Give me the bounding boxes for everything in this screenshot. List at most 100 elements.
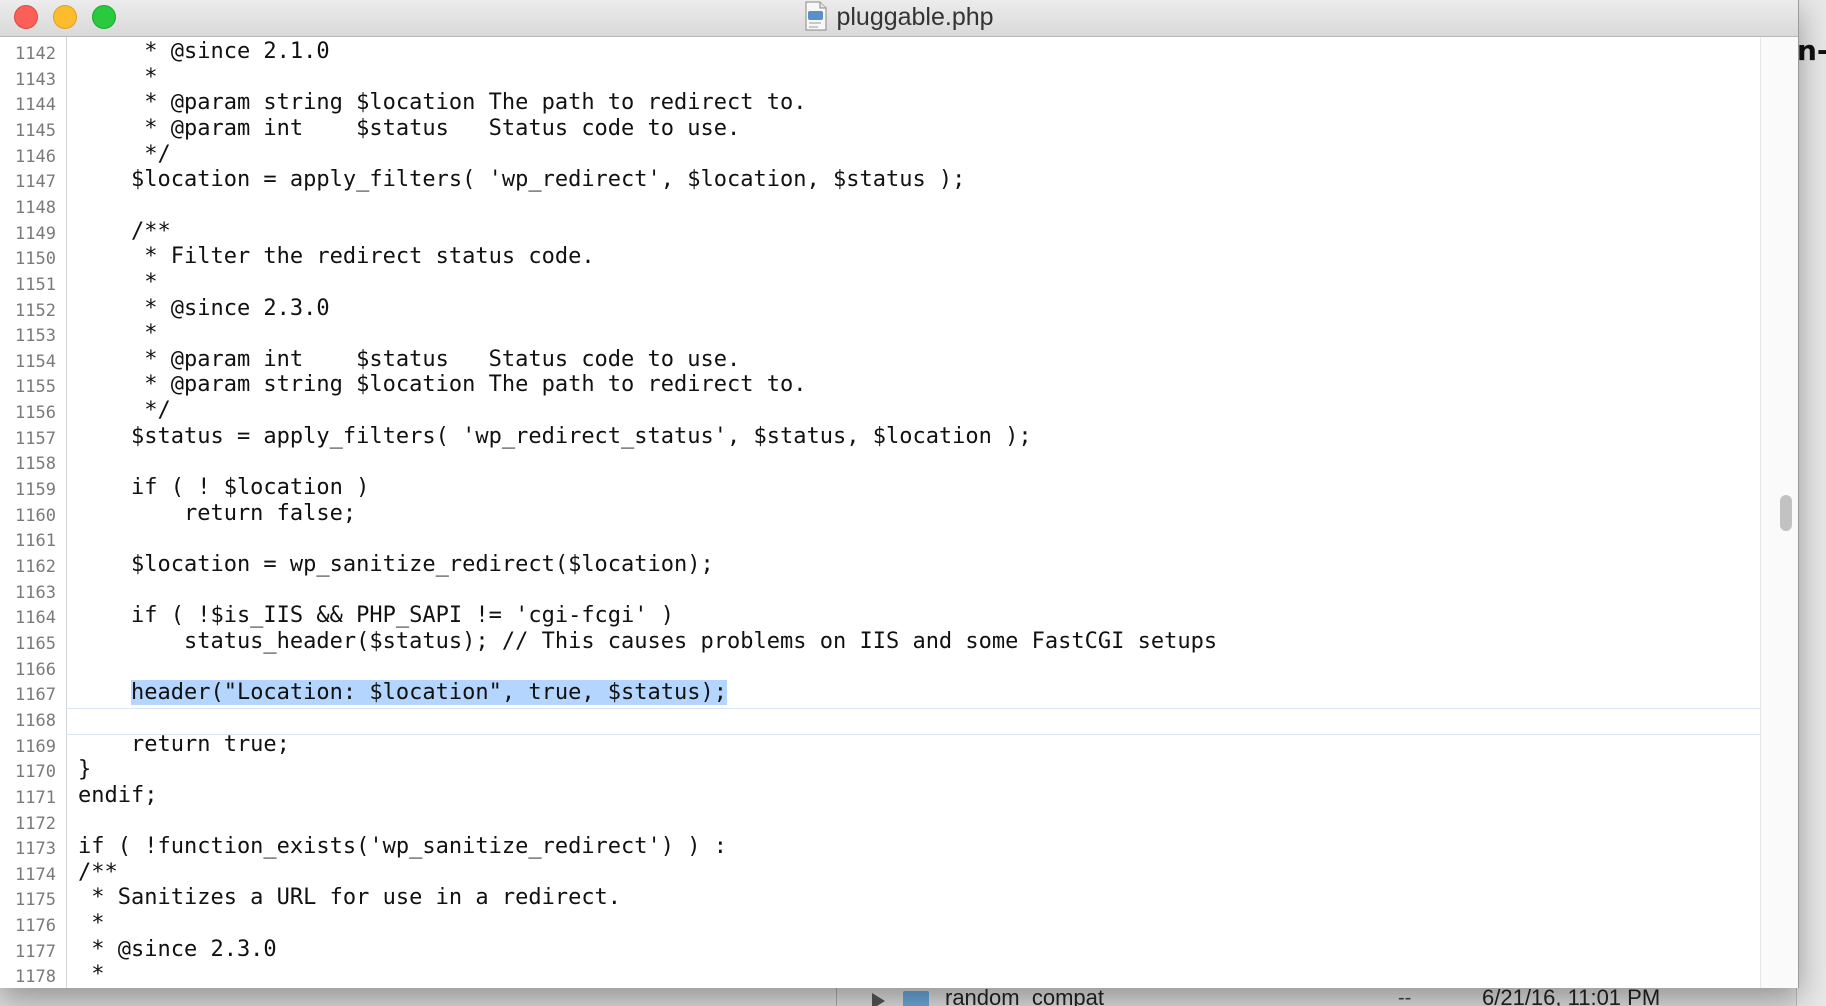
line-text: $status = apply_filters( 'wp_redirect_st… [78, 424, 1032, 449]
line-number: 1157 [15, 428, 56, 449]
line-number: 1160 [15, 505, 56, 526]
code-line[interactable]: 1166 [0, 655, 1760, 681]
code-line[interactable]: 1142 * @since 2.1.0 [0, 39, 1760, 65]
line-number: 1158 [15, 454, 56, 475]
code-line[interactable]: 1162 $location = wp_sanitize_redirect($l… [0, 552, 1760, 578]
code-line[interactable]: 1176 * [0, 911, 1760, 937]
line-text: if ( ! $location ) [78, 475, 369, 500]
line-text: if ( !function_exists('wp_sanitize_redir… [78, 834, 727, 859]
code-line[interactable]: 1157 $status = apply_filters( 'wp_redire… [0, 424, 1760, 450]
line-number: 1151 [15, 274, 56, 295]
line-text: /** [78, 219, 171, 244]
line-number: 1177 [15, 941, 56, 962]
code-line[interactable]: 1170} [0, 757, 1760, 783]
line-number: 1145 [15, 120, 56, 141]
code-line[interactable]: 1172 [0, 809, 1760, 835]
line-code: * @param string $location The path to re… [78, 90, 807, 116]
line-code: * [78, 321, 158, 347]
code-line[interactable]: 1165 status_header($status); // This cau… [0, 629, 1760, 655]
code-line[interactable]: 1154 * @param int $status Status code to… [0, 347, 1760, 373]
code-editor[interactable]: 1142 * @since 2.1.0 1143 * 1144 * @param s… [0, 37, 1760, 988]
line-number: 1154 [15, 351, 56, 372]
line-code: * @since 2.3.0 [78, 936, 277, 962]
code-line[interactable]: 1153 * [0, 321, 1760, 347]
line-text: * @param string $location The path to re… [78, 90, 806, 115]
code-line[interactable]: 1150 * Filter the redirect status code. [0, 244, 1760, 270]
code-line[interactable]: 1169 return true; [0, 732, 1760, 758]
line-number: 1174 [15, 864, 56, 885]
line-code: * @since 2.3.0 [78, 295, 330, 321]
code-line[interactable]: 1147 $location = apply_filters( 'wp_redi… [0, 167, 1760, 193]
code-line[interactable]: 1149 /** [0, 219, 1760, 245]
scrollbar-thumb[interactable] [1780, 495, 1792, 531]
code-line[interactable]: 1156 */ [0, 398, 1760, 424]
code-line[interactable]: 1160 return false; [0, 501, 1760, 527]
code-line[interactable]: 1152 * @since 2.3.0 [0, 296, 1760, 322]
selected-text[interactable]: header("Location: $location", true, $sta… [130, 680, 728, 706]
line-number: 1152 [15, 300, 56, 321]
code-line[interactable]: 1158 [0, 449, 1760, 475]
line-code: * [78, 911, 105, 937]
code-line[interactable]: 1163 [0, 578, 1760, 604]
line-text: * @since 2.1.0 [78, 39, 329, 64]
code-line[interactable]: 1146 */ [0, 142, 1760, 168]
line-code: /** [78, 218, 171, 244]
line-text: * @param string $location The path to re… [78, 372, 806, 397]
code-line[interactable]: 1177 * @since 2.3.0 [0, 937, 1760, 963]
code-line[interactable]: 1168 [0, 706, 1760, 732]
code-line[interactable]: 1148 [0, 193, 1760, 219]
line-number: 1163 [15, 582, 56, 603]
code-line[interactable]: 1159 if ( ! $location ) [0, 475, 1760, 501]
code-line[interactable]: 1144 * @param string $location The path … [0, 90, 1760, 116]
line-code: */ [78, 141, 171, 167]
line-number: 1172 [15, 813, 56, 834]
code-line[interactable]: 1151 * [0, 270, 1760, 296]
editor-window: pluggable.php 1142 * @since 2.1.0 1143 * 1… [0, 0, 1799, 988]
code-line[interactable]: 1175 * Sanitizes a URL for use in a redi… [0, 885, 1760, 911]
line-number: 1144 [15, 95, 56, 116]
line-number: 1168 [15, 710, 56, 731]
line-text: header("Location: $location", true, $sta… [78, 680, 728, 706]
code-line[interactable]: 1178 * [0, 962, 1760, 988]
line-code: */ [78, 398, 171, 424]
line-number: 1155 [15, 377, 56, 398]
line-number: 1146 [15, 146, 56, 167]
line-number: 1142 [15, 44, 56, 64]
code-line[interactable]: 1143 * [0, 65, 1760, 91]
title-bar[interactable]: pluggable.php [0, 0, 1798, 37]
line-code: } [78, 757, 92, 783]
desktop: random_compat -- 6/21/16, 11:01 PM n- pl… [0, 0, 1826, 1006]
code-line[interactable]: 1171 endif; [0, 783, 1760, 809]
line-code: if ( ! $location ) [78, 475, 370, 501]
line-text: endif; [78, 783, 157, 808]
line-number: 1173 [15, 839, 56, 860]
background-window-edge [1796, 0, 1826, 1006]
php-document-icon[interactable] [804, 1, 828, 31]
code-line[interactable]: 1164 if ( !$is_IIS && PHP_SAPI != 'cgi-f… [0, 603, 1760, 629]
finder-row-name: random_compat [945, 985, 1104, 1006]
line-text: */ [78, 142, 171, 167]
line-number: 1178 [15, 967, 56, 988]
line-number: 1170 [15, 762, 56, 783]
code-line[interactable]: 1145 * @param int $status Status code to… [0, 116, 1760, 142]
line-number: 1161 [15, 531, 56, 552]
line-text: /** [78, 860, 118, 885]
line-code: * Sanitizes a URL for use in a redirect. [78, 885, 622, 911]
code-line[interactable]: 1174 /** [0, 860, 1760, 886]
line-number: 1164 [15, 608, 56, 629]
code-line[interactable]: 1161 [0, 526, 1760, 552]
finder-row-date: 6/21/16, 11:01 PM [1482, 985, 1661, 1006]
line-code: * @param int $status Status code to use. [78, 115, 741, 141]
vertical-scrollbar[interactable] [1760, 37, 1798, 988]
line-text: * @since 2.3.0 [78, 936, 277, 962]
line-code: status_header($status); // This causes p… [78, 628, 1218, 654]
line-text: if ( !$is_IIS && PHP_SAPI != 'cgi-fcgi' … [78, 603, 674, 628]
code-line[interactable]: 1173 if ( !function_exists('wp_sanitize_r… [0, 834, 1760, 860]
line-code: * @param int $status Status code to use. [78, 346, 741, 372]
window-title-text: pluggable.php [836, 3, 994, 31]
line-code: endif; [78, 782, 158, 808]
code-line[interactable]: 1167 header("Location: $location", true,… [0, 680, 1760, 706]
code-line[interactable]: 1155 * @param string $location The path … [0, 372, 1760, 398]
disclosure-triangle-icon[interactable] [872, 993, 885, 1006]
line-code: if ( !function_exists('wp_sanitize_redir… [78, 834, 728, 860]
